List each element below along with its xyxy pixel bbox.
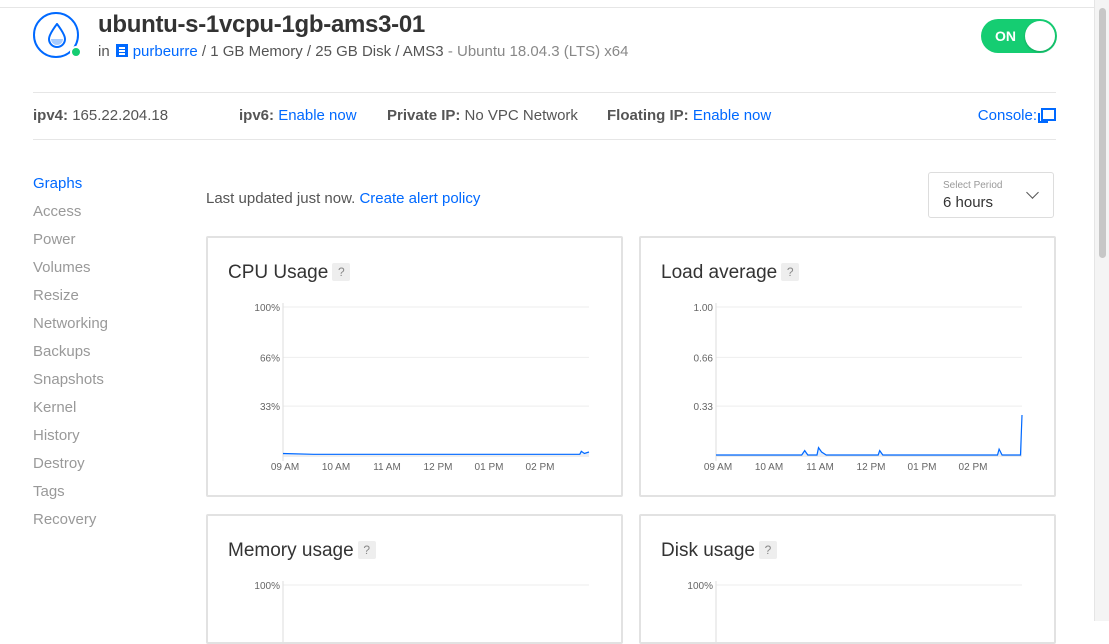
x-tick-label: 11 AM <box>373 462 401 473</box>
external-window-icon <box>1038 108 1056 123</box>
sidenav-item-resize[interactable]: Resize <box>33 287 108 315</box>
x-tick-label: 01 PM <box>908 462 937 473</box>
y-tick-label: 100% <box>254 581 280 592</box>
sidenav-item-volumes[interactable]: Volumes <box>33 259 108 287</box>
private-ip-info: Private IP: No VPC Network <box>387 107 578 124</box>
floating-ip-label: Floating IP: <box>607 107 689 124</box>
sidenav-item-kernel[interactable]: Kernel <box>33 399 108 427</box>
x-tick-label: 09 AM <box>704 462 732 473</box>
droplet-name: ubuntu-s-1vcpu-1gb-ams3-01 <box>98 11 425 38</box>
droplet-sidenav: Graphs Access Power Volumes Resize Networking… <box>33 175 108 539</box>
sidenav-item-networking[interactable]: Networking <box>33 315 108 343</box>
droplet-os: - Ubuntu 18.04.3 (LTS) x64 <box>447 43 629 60</box>
console-label: Console: <box>977 107 1037 124</box>
y-tick-label: 66% <box>260 353 280 364</box>
page-scrollbar[interactable] <box>1094 0 1109 621</box>
last-updated-text: Last updated just now. Create alert poli… <box>206 190 480 207</box>
status-dot-icon <box>70 46 82 58</box>
sidenav-item-snapshots[interactable]: Snapshots <box>33 371 108 399</box>
sidenav-item-tags[interactable]: Tags <box>33 483 108 511</box>
project-icon <box>115 44 128 57</box>
console-link[interactable]: Console: <box>978 107 1056 124</box>
create-alert-policy-link[interactable]: Create alert policy <box>359 190 480 207</box>
x-tick-label: 10 AM <box>322 462 350 473</box>
cpu-usage-card: CPU Usage? 100% 66% 33% 09 AM 10 AM 11 AM 12 PM… <box>206 236 623 497</box>
top-divider <box>0 7 1095 8</box>
in-label: in <box>98 43 110 60</box>
memory-usage-card: Memory usage? 100% <box>206 514 623 644</box>
ipv6-label: ipv6: <box>239 107 275 124</box>
floating-ip-enable-link[interactable]: Enable now <box>693 107 771 124</box>
sidenav-item-history[interactable]: History <box>33 427 108 455</box>
memory-usage-chart: 100% <box>254 581 589 642</box>
select-period-label: Select Period <box>943 180 1003 191</box>
droplet-subtitle: in purbeurre / 1 GB Memory / 25 GB Disk /… <box>98 43 628 60</box>
load-average-card: Load average? 1.00 0.66 0.33 09 AM 10 AM 11 AM… <box>639 236 1056 497</box>
scrollbar-thumb[interactable] <box>1099 8 1106 258</box>
load-average-chart: 1.00 0.66 0.33 09 AM 10 AM 11 AM 12 PM 01 PM 02 … <box>694 303 1023 473</box>
sidenav-item-recovery[interactable]: Recovery <box>33 511 108 539</box>
power-toggle[interactable]: ON <box>981 19 1057 53</box>
sidenav-item-graphs[interactable]: Graphs <box>33 175 108 203</box>
y-tick-label: 0.33 <box>694 402 714 413</box>
x-tick-label: 01 PM <box>475 462 504 473</box>
x-tick-label: 09 AM <box>271 462 299 473</box>
x-tick-label: 02 PM <box>959 462 988 473</box>
x-tick-label: 11 AM <box>806 462 834 473</box>
sidenav-item-power[interactable]: Power <box>33 231 108 259</box>
ipv4-info: ipv4: 165.22.204.18 <box>33 107 168 124</box>
private-ip-label: Private IP: <box>387 107 461 124</box>
y-tick-label: 0.66 <box>694 353 714 364</box>
ipv4-value[interactable]: 165.22.204.18 <box>72 107 168 124</box>
ipv6-info: ipv6: Enable now <box>239 107 357 124</box>
select-period-dropdown[interactable]: Select Period 6 hours <box>928 172 1054 218</box>
sidenav-item-destroy[interactable]: Destroy <box>33 455 108 483</box>
ipv4-label: ipv4: <box>33 107 69 124</box>
cpu-usage-chart: 100% 66% 33% 09 AM 10 AM 11 AM 12 PM 01 PM 02 PM <box>254 303 590 473</box>
y-tick-label: 33% <box>260 402 280 413</box>
ipv6-enable-link[interactable]: Enable now <box>278 107 356 124</box>
network-info-bar: ipv4: 165.22.204.18 ipv6: Enable now Pri… <box>33 92 1056 140</box>
project-link[interactable]: purbeurre <box>133 43 198 60</box>
x-tick-label: 12 PM <box>424 462 453 473</box>
power-toggle-label: ON <box>995 28 1016 44</box>
disk-usage-card: Disk usage? 100% <box>639 514 1056 644</box>
load-average-series-line <box>716 414 1023 456</box>
y-tick-label: 100% <box>254 303 280 314</box>
x-tick-label: 02 PM <box>526 462 555 473</box>
load-average-series-area <box>716 415 1022 455</box>
droplet-header: ubuntu-s-1vcpu-1gb-ams3-01 in purbeurre /… <box>33 10 1058 70</box>
private-ip-value: No VPC Network <box>464 107 578 124</box>
sidenav-item-access[interactable]: Access <box>33 203 108 231</box>
sidenav-item-backups[interactable]: Backups <box>33 343 108 371</box>
select-period-value: 6 hours <box>943 194 994 211</box>
droplet-specs: / 1 GB Memory / 25 GB Disk / AMS3 <box>201 43 444 60</box>
cpu-usage-series-line <box>282 450 590 455</box>
x-tick-label: 12 PM <box>857 462 886 473</box>
chevron-down-icon <box>1026 186 1039 199</box>
floating-ip-info: Floating IP: Enable now <box>607 107 771 124</box>
last-updated-label: Last updated just now. <box>206 190 356 207</box>
cpu-usage-series-area <box>283 451 589 455</box>
y-tick-label: 100% <box>687 581 713 592</box>
x-tick-label: 10 AM <box>755 462 783 473</box>
power-toggle-knob <box>1025 21 1055 51</box>
y-tick-label: 1.00 <box>694 303 714 314</box>
disk-usage-chart: 100% <box>687 581 1022 642</box>
